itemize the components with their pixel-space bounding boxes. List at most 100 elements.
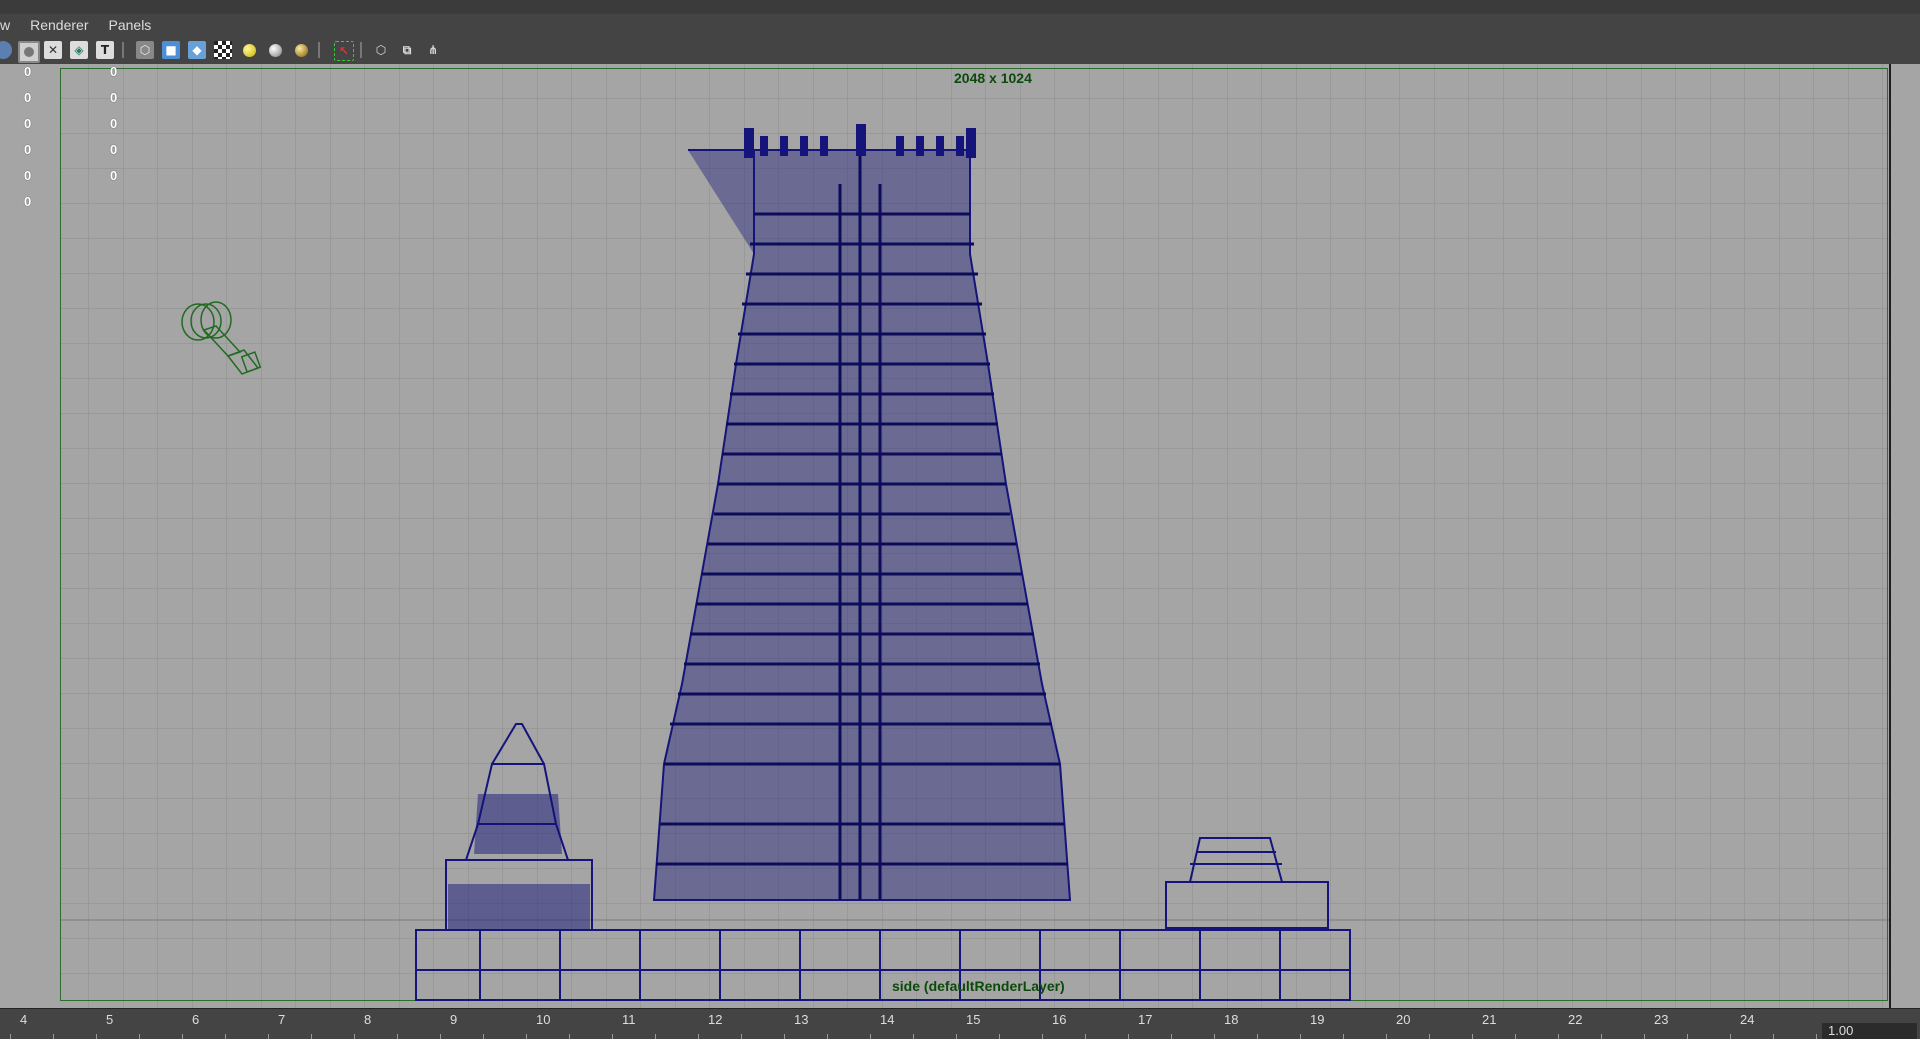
- timeline-tick: 10: [536, 1012, 551, 1027]
- timeline-tick-mark: [1816, 1034, 1817, 1039]
- textured-icon[interactable]: T: [96, 41, 114, 59]
- window-top-strip: [0, 0, 1920, 15]
- menu-item-renderer[interactable]: Renderer: [20, 17, 98, 33]
- timeline-tick: 4: [20, 1012, 28, 1027]
- timeline-tick-mark: [1042, 1034, 1043, 1039]
- checker-icon[interactable]: [214, 41, 232, 59]
- timeline-tick-mark: [483, 1034, 484, 1039]
- timeline-tick-mark: [784, 1034, 785, 1039]
- timeline-tick: 5: [106, 1012, 114, 1027]
- timeline-tick: 21: [1482, 1012, 1497, 1027]
- timeline-tick-mark: [354, 1034, 355, 1039]
- timeline-tick-mark: [440, 1034, 441, 1039]
- timeline-tick-mark: [1300, 1034, 1301, 1039]
- timeline-tick-mark: [1128, 1034, 1129, 1039]
- timeline-tick-mark: [182, 1034, 183, 1039]
- timeline-tick: 16: [1052, 1012, 1067, 1027]
- timeline-tick-mark: [741, 1034, 742, 1039]
- timeline-tick: 9: [450, 1012, 458, 1027]
- timeline-tick-mark: [397, 1034, 398, 1039]
- timeline-tick: 23: [1654, 1012, 1669, 1027]
- timeline-tick-mark: [1429, 1034, 1430, 1039]
- timeline-tick-mark: [913, 1034, 914, 1039]
- isolate-icon[interactable]: ⬡: [372, 41, 390, 59]
- timeline-tick-mark: [53, 1034, 54, 1039]
- panel-menu-bar: w Renderer Panels: [0, 14, 1920, 36]
- timeline-tick-mark: [1730, 1034, 1731, 1039]
- timeline-tick-mark: [225, 1034, 226, 1039]
- timeline-tick-mark: [612, 1034, 613, 1039]
- shadows-icon[interactable]: [292, 41, 310, 59]
- wireframe-cube-icon[interactable]: ⬡: [136, 41, 154, 59]
- timeline-tick-mark: [1773, 1034, 1774, 1039]
- shaded-cube-icon[interactable]: ◆: [188, 41, 206, 59]
- camera-label: side (defaultRenderLayer): [892, 978, 1065, 994]
- timeline-tick: 7: [278, 1012, 286, 1027]
- timeline-tick: 15: [966, 1012, 981, 1027]
- timeline-tick-mark: [1214, 1034, 1215, 1039]
- xray-select-icon[interactable]: ↖: [334, 41, 354, 61]
- timeline-tick-mark: [1343, 1034, 1344, 1039]
- temple-wireframe: [415, 124, 1351, 1001]
- menu-item-panels[interactable]: Panels: [99, 17, 162, 33]
- all-lights-icon[interactable]: [266, 41, 284, 59]
- timeline-tick-mark: [526, 1034, 527, 1039]
- timeline-tick: 11: [622, 1012, 636, 1027]
- hypergraph-icon[interactable]: ⋔: [424, 41, 442, 59]
- timeline-tick: 17: [1138, 1012, 1153, 1027]
- smooth-shaded-icon[interactable]: [18, 41, 40, 63]
- timeline-tick-mark: [1386, 1034, 1387, 1039]
- timeline-tick-mark: [10, 1034, 11, 1039]
- timeline-tick: 8: [364, 1012, 372, 1027]
- current-frame-field[interactable]: 1.00: [1822, 1023, 1917, 1039]
- timeline-tick-mark: [698, 1034, 699, 1039]
- timeline-tick: 24: [1740, 1012, 1755, 1027]
- timeline-tick-mark: [569, 1034, 570, 1039]
- shaded-icon[interactable]: [0, 41, 12, 59]
- timeline-tick: 6: [192, 1012, 200, 1027]
- panel-toolbar: ✕ ◈ T ⬡ ■ ◆ ↖ ⬡ ⧉ ⋔: [0, 36, 1920, 65]
- hud-left-panel: 0 0 0 0 0 0: [0, 64, 60, 1008]
- timeline-tick-mark: [96, 1034, 97, 1039]
- timeline-tick-mark: [1687, 1034, 1688, 1039]
- timeline-tick-mark: [1257, 1034, 1258, 1039]
- hud-value: 0: [24, 194, 32, 209]
- textured-glyph: T: [100, 43, 110, 57]
- timeline-tick: 18: [1224, 1012, 1239, 1027]
- film-gate-icon[interactable]: ⧉: [398, 41, 416, 59]
- timeline-tick: 20: [1396, 1012, 1411, 1027]
- timeline-tick-mark: [870, 1034, 871, 1039]
- timeline-tick: 22: [1568, 1012, 1583, 1027]
- time-slider[interactable]: 4 5 6 7 8 9 10 11 12 13 14 15 16 17 18 1…: [0, 1008, 1920, 1039]
- default-light-icon[interactable]: [240, 41, 258, 59]
- menu-item-view[interactable]: w: [0, 17, 20, 33]
- hud-value: 0: [24, 168, 32, 183]
- timeline-tick: 13: [794, 1012, 809, 1027]
- hud-value: 0: [24, 142, 32, 157]
- side-viewport[interactable]: 0 0 0 0 0 2048 x 1024 side (defaultRende…: [60, 64, 1889, 1008]
- timeline-tick-mark: [139, 1034, 140, 1039]
- timeline-tick-mark: [268, 1034, 269, 1039]
- timeline-tick-mark: [1472, 1034, 1473, 1039]
- viewport-right-edge: [1889, 64, 1920, 1008]
- timeline-tick-mark: [1171, 1034, 1172, 1039]
- timeline-tick-mark: [956, 1034, 957, 1039]
- bounding-box-icon[interactable]: ◈: [70, 41, 88, 59]
- hud-value: 0: [24, 64, 32, 79]
- timeline-tick-mark: [655, 1034, 656, 1039]
- timeline-tick-mark: [311, 1034, 312, 1039]
- hud-value: 0: [24, 116, 32, 131]
- solid-cube-icon[interactable]: ■: [162, 41, 180, 59]
- timeline-tick-mark: [1085, 1034, 1086, 1039]
- timeline-tick: 12: [708, 1012, 723, 1027]
- timeline-tick-mark: [1515, 1034, 1516, 1039]
- timeline-tick-mark: [1558, 1034, 1559, 1039]
- timeline-tick-mark: [999, 1034, 1000, 1039]
- timeline-tick-mark: [827, 1034, 828, 1039]
- wireframe-icon[interactable]: ✕: [44, 41, 62, 59]
- timeline-tick: 19: [1310, 1012, 1325, 1027]
- timeline-tick-mark: [1644, 1034, 1645, 1039]
- timeline-tick: 14: [880, 1012, 895, 1027]
- timeline-tick-mark: [1601, 1034, 1602, 1039]
- hud-value: 0: [24, 90, 32, 105]
